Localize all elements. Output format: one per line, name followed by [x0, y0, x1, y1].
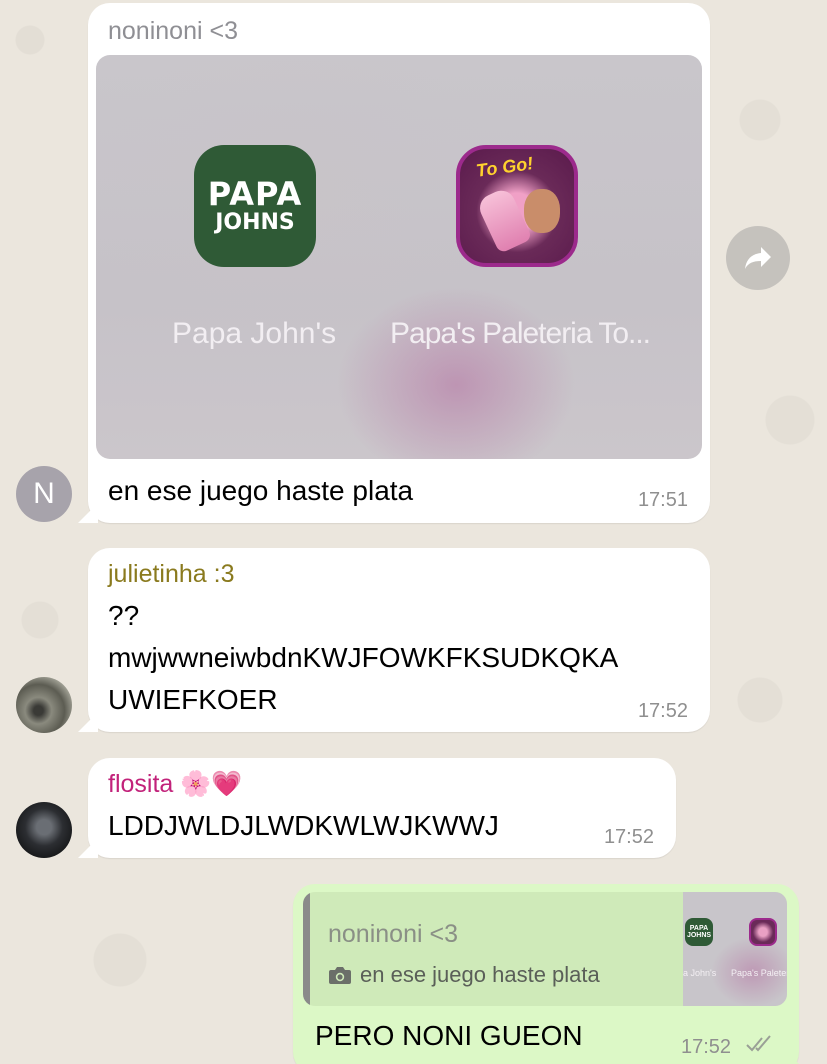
forward-button[interactable] [726, 226, 790, 290]
message-bubble[interactable]: julietinha :3 ?? mwjwwneiwbdnKWJFOWKFKSU… [88, 548, 710, 732]
app-label: Papa John's [172, 317, 337, 350]
message-text: PERO NONI GUEON [315, 1020, 583, 1051]
papas-paleteria-icon: To Go! [456, 145, 578, 267]
message-bubble[interactable]: flosita 🌸💗 LDDJWLDJLWDKWLWJKWWJ 17:52 [88, 758, 676, 858]
avatar[interactable]: N [16, 466, 72, 522]
message-time: 17:52 [681, 1036, 732, 1058]
app-label: Papa's Paleteria To... [390, 317, 651, 350]
forward-icon [745, 247, 771, 269]
message-bubble[interactable]: noninoni <3 PAPA JOHNS To Go! Papa John'… [88, 3, 710, 523]
thumb-label: Papa's Paleteria [731, 968, 787, 978]
camera-icon [329, 967, 351, 984]
popsicle-shape [475, 186, 533, 254]
sender-name[interactable]: flosita 🌸💗 [108, 770, 243, 799]
papas-paleteria-icon [749, 918, 777, 946]
avatar[interactable] [16, 677, 72, 733]
icon-text: PAPA [207, 175, 303, 213]
icon-text: JOHNS [215, 210, 295, 235]
message-text: en ese juego haste plata [108, 475, 414, 506]
message-text-line: mwjwwneiwbdnKWJFOWKFKSUDKQKA [108, 642, 619, 673]
quoted-image-thumbnail: PAPAJOHNS a John's Papa's Paleteria [683, 892, 787, 1006]
quoted-text: en ese juego haste plata [360, 962, 600, 987]
reply-quote[interactable]: noninoni <3 en ese juego haste plata PAP… [303, 892, 787, 1006]
thumb-label: a John's [683, 968, 717, 978]
message-text-line: UWIEFKOER [108, 684, 278, 715]
message-time: 17:52 [637, 700, 688, 722]
message-time: 17:51 [637, 489, 688, 511]
avatar-letter: N [33, 477, 55, 510]
quote-bar [303, 892, 310, 1006]
papa-johns-icon: PAPA JOHNS [685, 918, 713, 946]
message-bubble-outgoing[interactable]: noninoni <3 en ese juego haste plata PAP… [293, 884, 799, 1064]
papa-johns-icon: PAPA JOHNS [194, 145, 316, 267]
character-shape [524, 189, 560, 233]
double-check-icon [746, 1035, 771, 1052]
message-text-line: ?? [108, 600, 140, 631]
avatar[interactable] [16, 802, 72, 858]
message-time: 17:52 [603, 826, 654, 848]
message-text: LDDJWLDJLWDKWLWJKWWJ [108, 810, 499, 841]
sender-name[interactable]: julietinha :3 [108, 560, 234, 589]
icon-badge-text: To Go! [474, 153, 535, 181]
image-attachment[interactable]: PAPA JOHNS To Go! Papa John's Papa's Pal… [96, 55, 702, 459]
sender-name[interactable]: noninoni <3 [108, 17, 238, 46]
quoted-sender: noninoni <3 [328, 920, 458, 948]
quoted-text-row: en ese juego haste plata [328, 962, 600, 988]
